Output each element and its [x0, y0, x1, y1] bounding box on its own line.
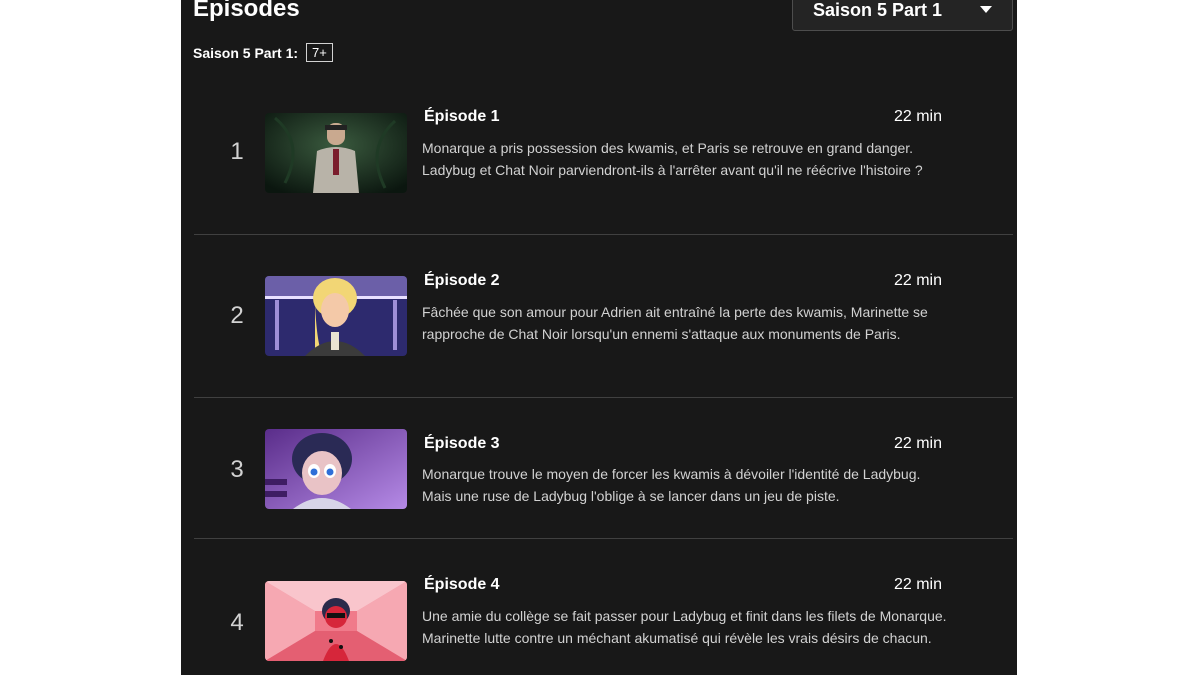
episodes-title: Épisodes: [193, 0, 300, 22]
episode-thumbnail-image: [265, 581, 407, 661]
episode-description: Monarque a pris possession des kwamis, e…: [422, 140, 923, 178]
episode-thumbnail[interactable]: [265, 581, 407, 661]
season-label: Saison 5 Part 1:: [193, 44, 299, 61]
episode-thumbnail-image: [265, 276, 407, 356]
episode-description: Fâchée que son amour pour Adrien ait ent…: [422, 304, 928, 342]
episode-thumbnail[interactable]: [265, 429, 407, 509]
episode-title: Épisode 2: [424, 272, 500, 289]
episode-number: 2: [230, 302, 244, 329]
caret-down-icon: [980, 6, 992, 13]
episode-item[interactable]: 1 Épisode 1 22 min Monarque a pris posse…: [194, 80, 1013, 234]
maturity-rating-badge: 7+: [306, 43, 333, 62]
episode-duration: 22 min: [893, 108, 942, 125]
episode-title: Épisode 3: [424, 435, 500, 452]
episode-number: 3: [230, 456, 244, 483]
season-selector-label: Saison 5 Part 1: [813, 0, 943, 20]
episode-item[interactable]: 3 Épisode 3 22 min Monarque trouve le mo…: [194, 397, 1013, 539]
episode-description: Monarque trouve le moyen de forcer les k…: [422, 466, 921, 504]
episode-duration: 22 min: [893, 576, 942, 593]
episode-title: Épisode 4: [424, 576, 500, 593]
episode-thumbnail[interactable]: [265, 113, 407, 193]
episode-item[interactable]: 2 Épisode 2 22 min Fâchée que son amour …: [194, 234, 1013, 398]
episode-title: Épisode 1: [424, 108, 500, 125]
season-selector-dropdown[interactable]: Saison 5 Part 1: [792, 0, 1013, 31]
episode-thumbnail-image: [265, 113, 407, 193]
episode-number: 1: [230, 138, 244, 165]
episode-item[interactable]: 4 Épisode 4 22 min Une amie du collège s…: [194, 538, 1013, 675]
episode-duration: 22 min: [893, 272, 942, 289]
episodes-panel: Épisodes Saison 5 Part 1 Saison 5 Part 1…: [181, 0, 1017, 675]
episode-thumbnail[interactable]: [265, 276, 407, 356]
episode-description: Une amie du collège se fait passer pour …: [422, 608, 947, 646]
episode-thumbnail-image: [265, 429, 407, 509]
episode-number: 4: [230, 609, 244, 636]
season-meta: Saison 5 Part 1: 7+: [193, 43, 333, 62]
episode-duration: 22 min: [893, 435, 942, 452]
